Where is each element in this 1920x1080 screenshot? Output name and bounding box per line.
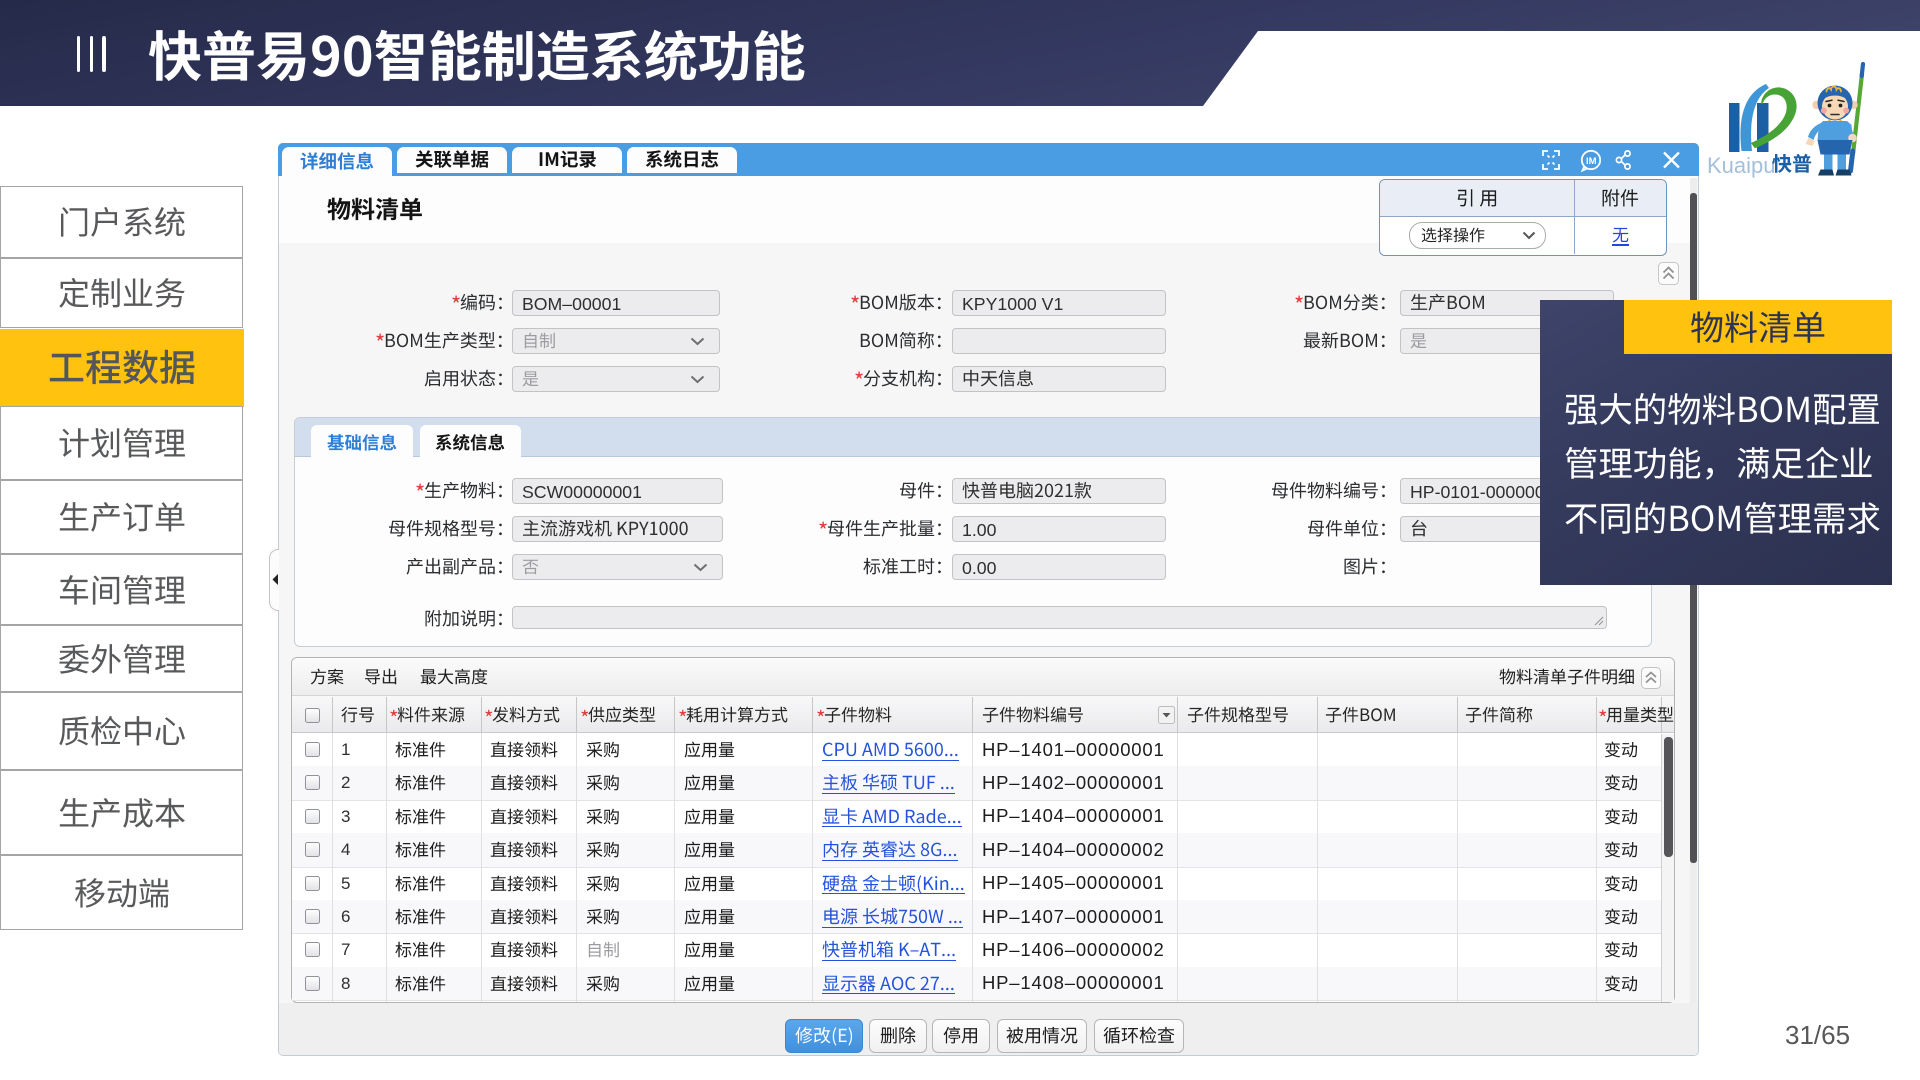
svg-text:Kuaipu: Kuaipu — [1707, 153, 1776, 178]
